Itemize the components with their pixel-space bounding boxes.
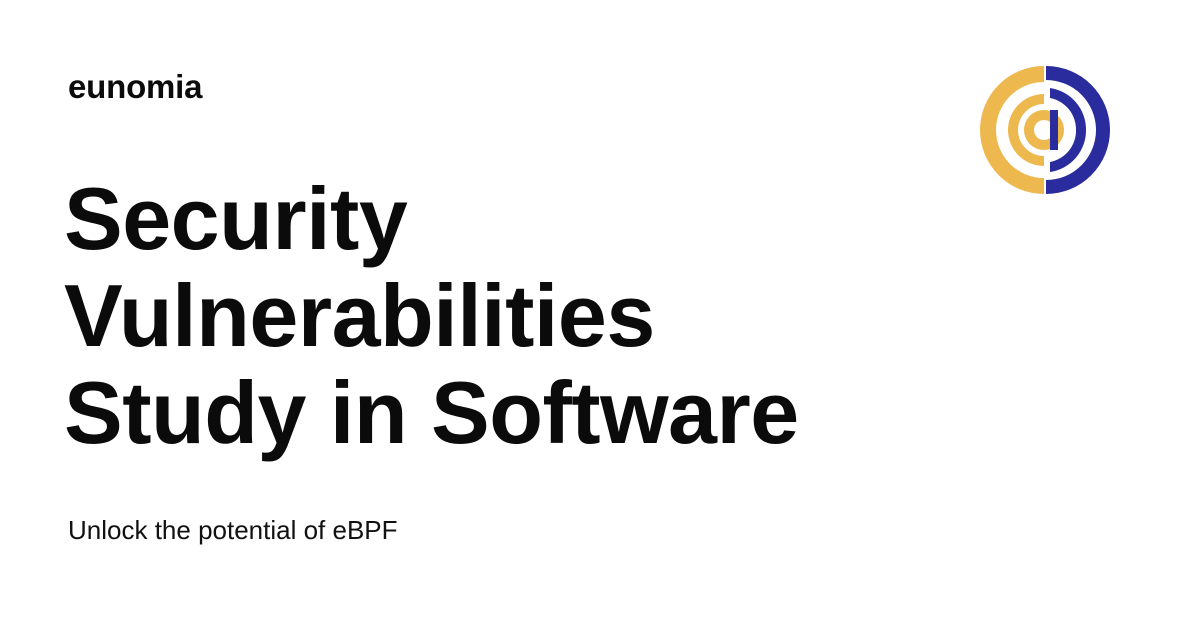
eunomia-logo-icon bbox=[980, 66, 1110, 194]
logo-navy-bar bbox=[1050, 110, 1058, 150]
title-line-2: Vulnerabilities bbox=[64, 266, 655, 365]
page-title: Security Vulnerabilities Study in Softwa… bbox=[64, 170, 884, 461]
site-name: eunomia bbox=[68, 68, 203, 105]
page-description: Unlock the potential of eBPF bbox=[68, 515, 398, 545]
title-line-3: Study in Software bbox=[64, 363, 799, 462]
social-preview-card: eunomia Security Vulnerabilities Study i… bbox=[0, 0, 1200, 630]
title-line-1: Security bbox=[64, 169, 408, 268]
